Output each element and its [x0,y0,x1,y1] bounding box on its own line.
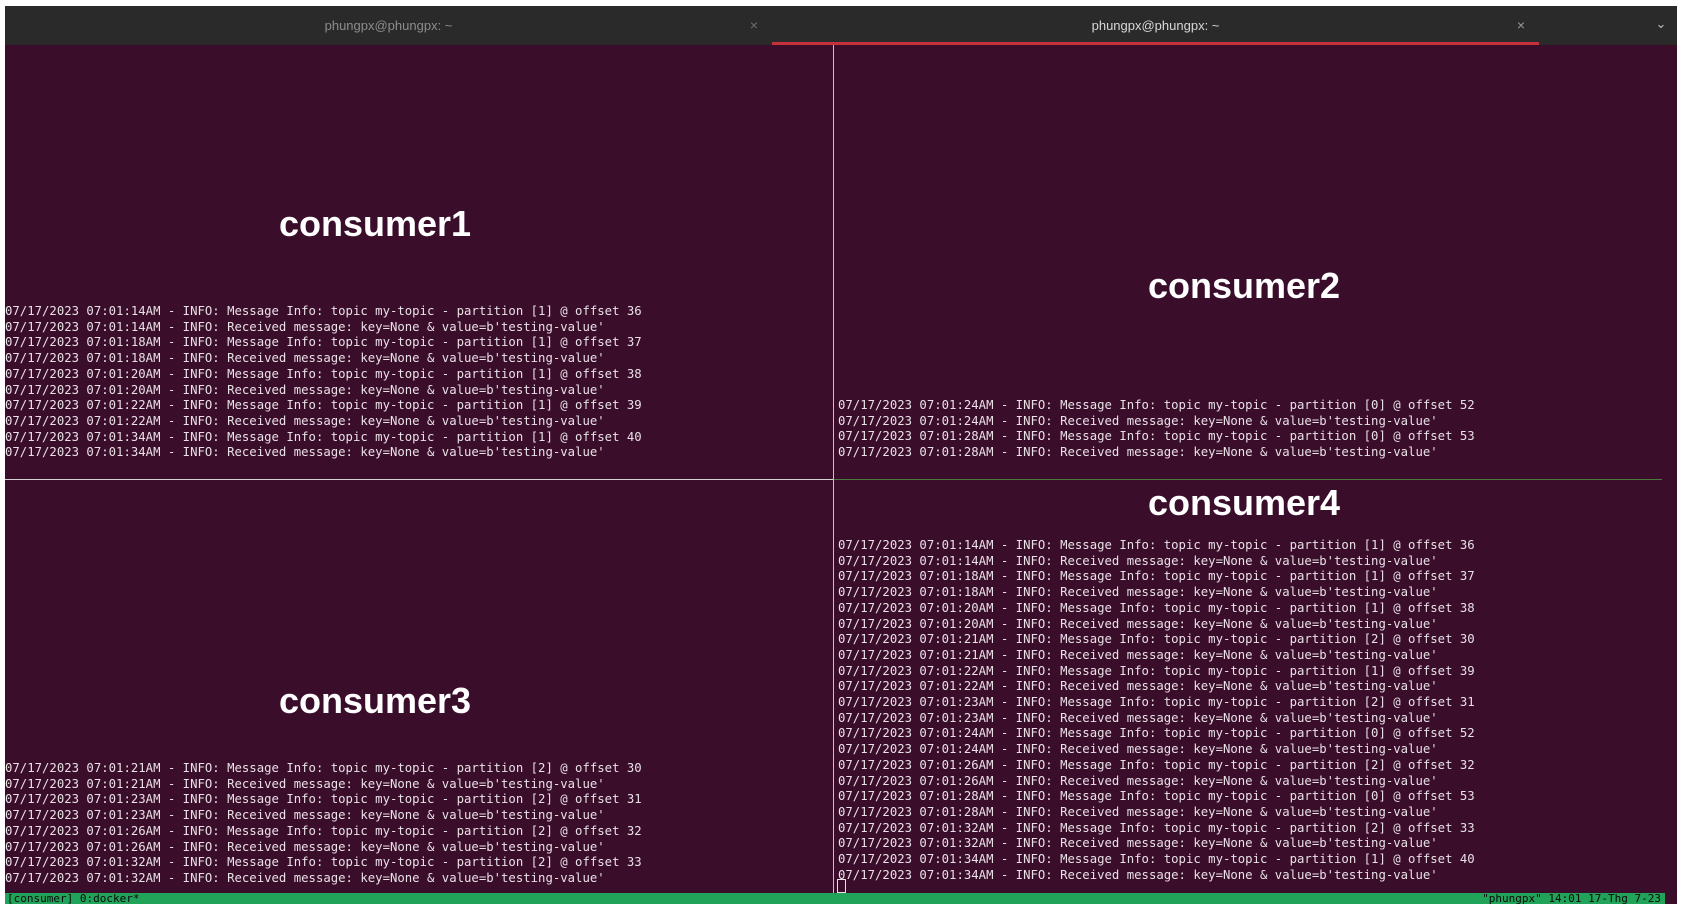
pane-label-consumer2: consumer2 [1148,265,1341,306]
tab-1-close-icon[interactable]: × [750,17,758,33]
pane-divider-vertical[interactable] [833,45,834,893]
terminal-cursor [837,879,846,893]
pane-divider-horizontal-left[interactable] [5,479,833,480]
pane-consumer4[interactable]: consumer4 07/17/2023 07:01:14AM - INFO: … [834,480,1662,893]
log-output-consumer3: 07/17/2023 07:01:21AM - INFO: Message In… [5,761,642,885]
tab-2[interactable]: phungpx@phungpx: ~ × [772,6,1539,45]
status-session-window[interactable]: [consumer] 0:docker* [7,893,139,905]
log-output-consumer1: 07/17/2023 07:01:14AM - INFO: Message In… [5,304,642,460]
tab-2-title: phungpx@phungpx: ~ [1091,18,1220,33]
tab-1[interactable]: phungpx@phungpx: ~ × [5,6,772,45]
pane-label-consumer4: consumer4 [1148,482,1341,523]
pane-label-consumer3: consumer3 [279,680,472,721]
log-output-consumer4: 07/17/2023 07:01:14AM - INFO: Message In… [838,538,1475,882]
tab-2-close-icon[interactable]: × [1517,17,1525,33]
status-host-time: "phungpx" 14:01 17-Thg 7-23 [1482,892,1661,905]
pane-consumer2[interactable]: consumer2 07/17/2023 07:01:24AM - INFO: … [834,45,1662,479]
tmux-status-bar: [consumer] 0:docker* "phungpx" 14:01 17-… [5,893,1665,904]
tab-bar: phungpx@phungpx: ~ × phungpx@phungpx: ~ … [5,6,1677,45]
tab-menu-chevron-icon[interactable]: ⌄ [1651,16,1671,34]
pane-consumer3[interactable]: consumer3 07/17/2023 07:01:21AM - INFO: … [5,480,833,893]
pane-divider-horizontal-right[interactable] [834,479,1662,480]
pane-consumer1[interactable]: consumer1 07/17/2023 07:01:14AM - INFO: … [5,45,833,479]
log-output-consumer2: 07/17/2023 07:01:24AM - INFO: Message In… [838,398,1475,460]
tab-1-title: phungpx@phungpx: ~ [324,18,453,33]
pane-label-consumer1: consumer1 [279,203,472,244]
terminal-window: phungpx@phungpx: ~ × phungpx@phungpx: ~ … [5,6,1677,904]
